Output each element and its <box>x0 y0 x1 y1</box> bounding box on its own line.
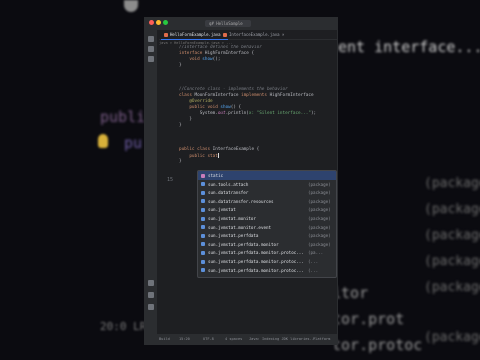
keyword-icon <box>201 173 205 178</box>
bg-package-label: (package) <box>424 202 480 217</box>
code-line[interactable]: public stat <box>179 153 219 160</box>
status-platform[interactable]: Platform <box>313 334 330 344</box>
java-file-icon <box>223 33 227 37</box>
completion-popup: static sun.tools.attach (package) sun.datat… <box>197 170 337 278</box>
bg-package-label: (package) <box>424 176 480 191</box>
package-icon <box>201 207 205 212</box>
status-indent[interactable]: 4 spaces <box>225 334 242 344</box>
text-caret <box>217 153 219 158</box>
code-token: interface <box>179 51 205 56</box>
code-token: out <box>217 111 226 116</box>
code-token: HighFormInterface <box>269 93 314 98</box>
code-token: } <box>179 63 182 68</box>
bg-code-left-2: pu <box>124 134 143 152</box>
bg-code-bottom: tor.protoc <box>332 336 423 354</box>
tab-interface-example[interactable]: InterfaceExample.java × <box>223 30 284 39</box>
code-token: InterfaceExample { <box>212 147 262 152</box>
code-token: (); <box>212 57 221 62</box>
code-token: public void <box>179 105 221 110</box>
editor-tabs: HelloFormExample.java× InterfaceExample.… <box>159 30 337 40</box>
ide-window: q# HelloSample HelloFormExample.java× In… <box>144 17 338 345</box>
package-icon <box>201 182 205 187</box>
code-token: .println( <box>225 111 249 116</box>
status-build[interactable]: Build <box>159 334 170 344</box>
code-token: public <box>179 154 208 159</box>
status-caret-position[interactable]: 15:20 <box>179 334 190 344</box>
project-icon[interactable] <box>148 36 154 42</box>
close-window-button[interactable] <box>149 20 154 25</box>
line-number: 15 <box>166 177 173 183</box>
completion-item-type: (... <box>308 267 319 273</box>
tab-label: HelloFormExample.java <box>170 32 221 37</box>
background-app-icon <box>124 0 138 12</box>
code-token: x: "Silent interface..." <box>248 111 311 116</box>
code-line[interactable]: } <box>179 159 182 165</box>
problems-icon[interactable] <box>148 292 154 298</box>
code-token: } <box>179 117 192 122</box>
code-token: @Override <box>179 99 213 104</box>
tab-label: InterfaceExample.java × <box>229 32 285 37</box>
code-token: implements <box>241 93 270 98</box>
minimize-window-button[interactable] <box>156 20 161 25</box>
package-icon <box>201 216 205 221</box>
package-icon <box>201 268 205 273</box>
completion-item[interactable]: sun.jvmstat.perfdata.monitor.protoc... (.… <box>198 266 336 275</box>
package-icon <box>201 199 205 204</box>
bg-package-label: (package) <box>424 330 480 345</box>
git-icon[interactable] <box>148 304 154 310</box>
maximize-window-button[interactable] <box>163 20 168 25</box>
java-file-icon <box>164 33 168 37</box>
bg-code-right: ent interface..."); <box>338 38 480 56</box>
status-indexing-message: Java: Indexing JDK libraries... <box>249 337 317 341</box>
status-bar: Build 15:20 UTF-8 4 spaces Java: Indexin… <box>145 334 337 344</box>
bg-lightbulb-icon <box>98 134 108 148</box>
bg-package-label: (package) <box>424 254 480 269</box>
code-token: show <box>202 57 213 62</box>
bg-code-bottom: tor.prot <box>332 310 405 328</box>
terminal-icon[interactable] <box>148 280 154 286</box>
code-token: ); <box>310 111 317 116</box>
code-token: void <box>189 57 203 62</box>
title-bar: q# HelloSample <box>145 18 337 30</box>
code-line[interactable]: System.out.println(x: "Silent interface.… <box>179 111 316 117</box>
code-token: } <box>179 159 182 164</box>
tab-hello-form-example[interactable]: HelloFormExample.java× <box>161 30 228 40</box>
code-token: () { <box>230 105 242 110</box>
code-line[interactable]: } <box>179 63 182 69</box>
code-token: show <box>220 105 231 110</box>
code-token: MoonFormInterface <box>194 93 242 98</box>
package-icon <box>201 190 205 195</box>
bg-package-label: (package) <box>424 280 480 295</box>
code-token: public class <box>179 147 213 152</box>
package-icon <box>201 225 205 230</box>
tool-sidebar <box>145 30 157 344</box>
code-token: //Interface defines the behavior <box>179 45 262 50</box>
bg-status-text: 20:0 LR <box>100 320 147 333</box>
code-line[interactable]: void show(); <box>179 57 220 63</box>
code-token: stat <box>207 154 218 159</box>
commit-icon[interactable] <box>148 56 154 62</box>
code-line[interactable]: } <box>179 123 182 129</box>
package-icon <box>201 233 205 238</box>
package-icon <box>201 242 205 247</box>
package-icon <box>201 259 205 264</box>
completion-item-name: sun.jvmstat.perfdata.monitor.protoc... <box>208 267 304 273</box>
structure-icon[interactable] <box>148 46 154 52</box>
line-gutter: 15 <box>159 48 175 344</box>
bg-package-label: (package) <box>424 228 480 243</box>
project-search-box[interactable]: q# HelloSample <box>205 20 251 27</box>
package-icon <box>201 250 205 255</box>
code-token: class <box>179 93 195 98</box>
code-token: } <box>179 123 182 128</box>
status-encoding[interactable]: UTF-8 <box>203 334 214 344</box>
code-token: //Concrete class - implements the behavi… <box>179 87 288 92</box>
code-token: HighFormInterface { <box>204 51 255 56</box>
code-token: System. <box>179 111 218 116</box>
